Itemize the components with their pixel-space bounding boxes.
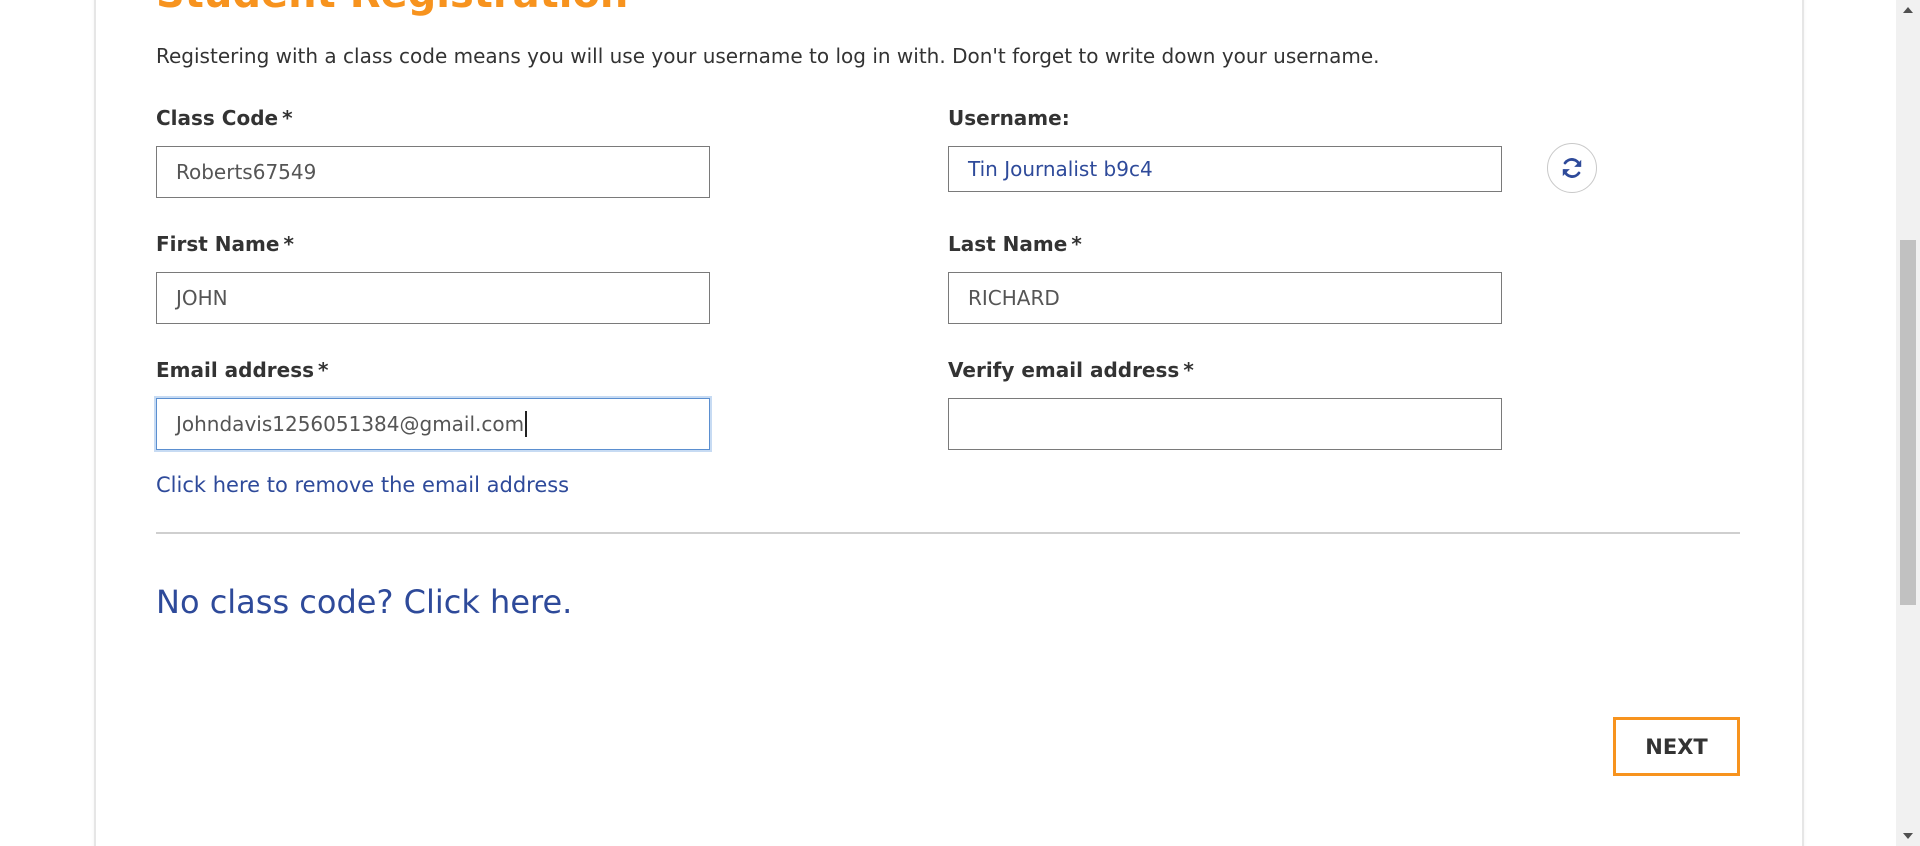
class-code-label: Class Code *: [156, 106, 293, 130]
required-marker: *: [283, 232, 294, 256]
refresh-icon: [1562, 158, 1582, 178]
verify-email-input[interactable]: [948, 398, 1502, 450]
first-name-label-text: First Name: [156, 232, 280, 256]
remove-email-link[interactable]: Click here to remove the email address: [156, 473, 569, 497]
last-name-value: RICHARD: [968, 286, 1060, 310]
required-marker: *: [282, 106, 293, 130]
required-marker: *: [1183, 358, 1194, 382]
scrollbar-thumb[interactable]: [1900, 240, 1916, 605]
class-code-value: Roberts67549: [176, 160, 317, 184]
registration-page: Student Registration Registering with a …: [0, 0, 1920, 846]
page-title: Student Registration: [156, 0, 628, 18]
text-caret: [525, 411, 528, 437]
verify-email-label: Verify email address *: [948, 358, 1194, 382]
username-field: Tin Journalist b9c4: [948, 146, 1502, 192]
first-name-label: First Name *: [156, 232, 294, 256]
divider: [156, 532, 1740, 534]
email-label-text: Email address: [156, 358, 315, 382]
required-marker: *: [318, 358, 329, 382]
required-marker: *: [1071, 232, 1082, 256]
intro-text: Registering with a class code means you …: [156, 44, 1380, 68]
email-input[interactable]: Johndavis1256051384@gmail.com: [156, 398, 710, 450]
class-code-input[interactable]: Roberts67549: [156, 146, 710, 198]
next-button[interactable]: NEXT: [1613, 717, 1740, 776]
vertical-scrollbar[interactable]: [1896, 0, 1920, 846]
email-value: Johndavis1256051384@gmail.com: [176, 412, 525, 436]
email-label: Email address *: [156, 358, 329, 382]
scroll-up-arrow-icon[interactable]: [1896, 0, 1920, 20]
username-value: Tin Journalist b9c4: [968, 157, 1153, 181]
username-label: Username:: [948, 106, 1070, 130]
last-name-label: Last Name *: [948, 232, 1082, 256]
refresh-username-button[interactable]: [1547, 143, 1597, 193]
scroll-down-arrow-icon[interactable]: [1896, 826, 1920, 846]
class-code-label-text: Class Code: [156, 106, 279, 130]
last-name-input[interactable]: RICHARD: [948, 272, 1502, 324]
verify-email-label-text: Verify email address: [948, 358, 1180, 382]
first-name-value: JOHN: [176, 286, 228, 310]
first-name-input[interactable]: JOHN: [156, 272, 710, 324]
no-class-code-link[interactable]: No class code? Click here.: [156, 583, 572, 621]
last-name-label-text: Last Name: [948, 232, 1068, 256]
